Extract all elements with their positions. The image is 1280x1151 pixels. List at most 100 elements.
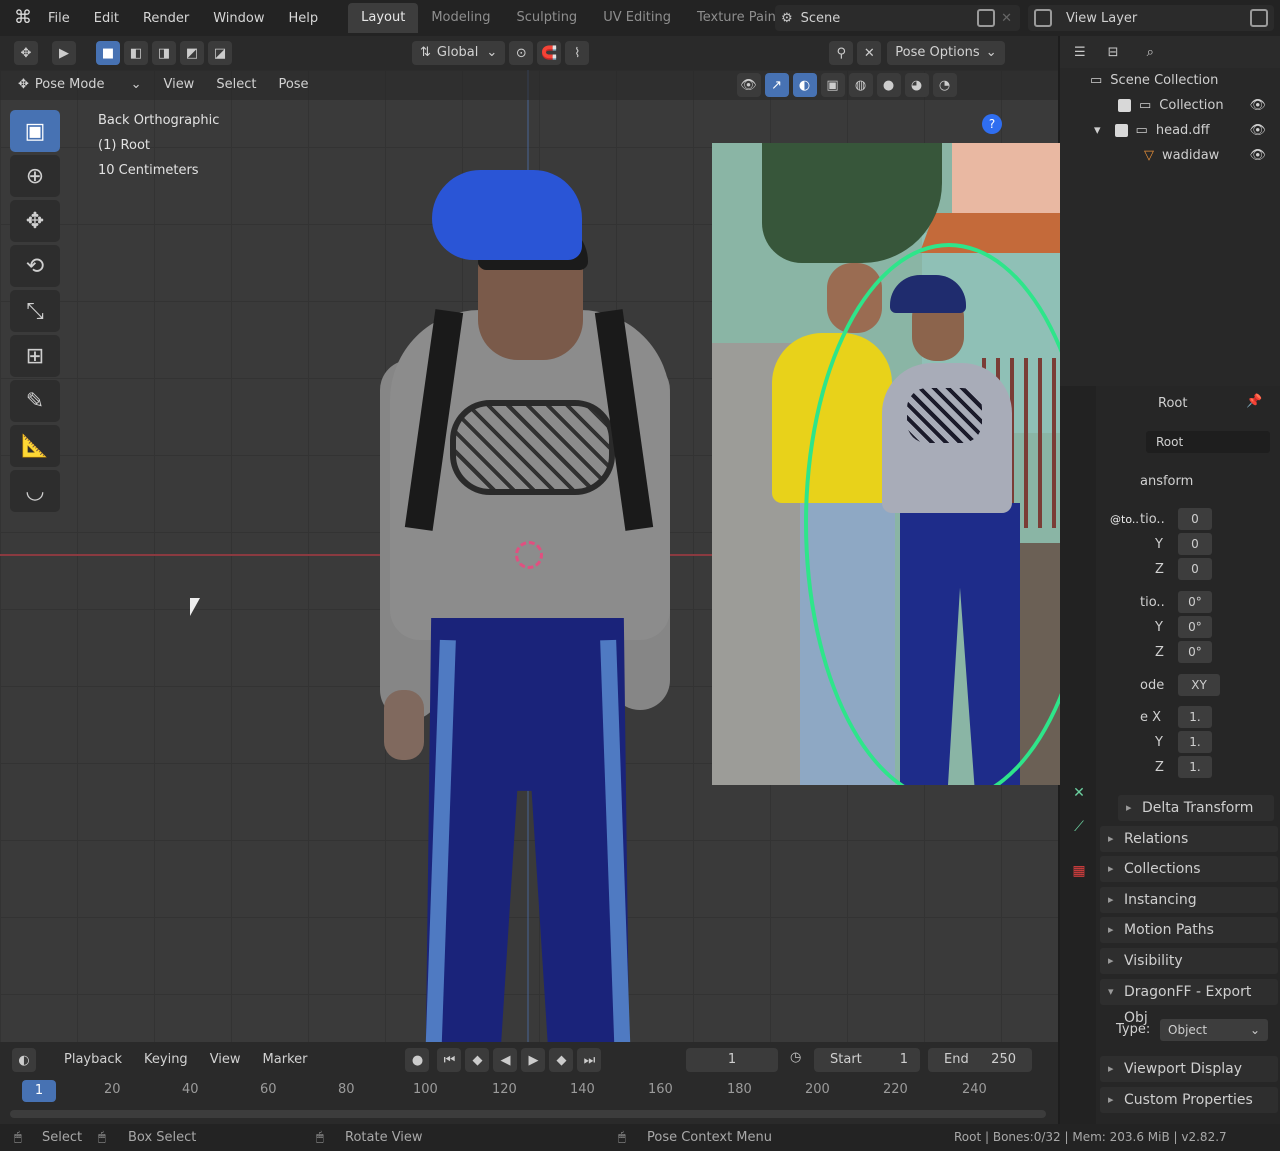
eye-icon[interactable]: 👁 [1249, 148, 1266, 163]
shading-solid-icon[interactable]: ● [876, 73, 901, 97]
new-scene-icon[interactable] [977, 9, 996, 27]
menu-edit[interactable]: Edit [82, 11, 131, 26]
navigation-gizmo-icon[interactable]: ? [982, 114, 1002, 134]
jump-start-icon[interactable]: ⏮ [437, 1048, 462, 1072]
section-instancing[interactable]: Instancing [1100, 887, 1278, 913]
bone-constraint-tab-icon[interactable]: ✕ [1068, 782, 1090, 804]
outliner-item-head-dff[interactable]: ▾ ▭ head.dff 👁 [1060, 118, 1280, 143]
close-icon[interactable]: ✕ [1001, 11, 1012, 26]
texture-tab-icon[interactable]: ▦ [1068, 860, 1090, 882]
menu-pose[interactable]: Pose [270, 73, 316, 97]
new-view-layer-icon[interactable] [1250, 9, 1268, 27]
clock-icon[interactable]: ◷ [790, 1050, 801, 1065]
select-cursor-icon[interactable]: ▶ [52, 41, 76, 65]
menu-playback[interactable]: Playback [56, 1048, 130, 1072]
filter-icon[interactable]: ⊟ [1108, 45, 1119, 60]
tab-uv-editing[interactable]: UV Editing [590, 3, 684, 33]
view-layer-selector[interactable]: View Layer [1028, 5, 1274, 31]
outliner-item-collection[interactable]: ▭ Collection 👁 [1060, 93, 1280, 118]
transform-tool-icon[interactable]: ⊞ [10, 335, 60, 377]
measure-tool-icon[interactable]: 📐 [10, 425, 60, 467]
annotate-tool-icon[interactable]: ✎ [10, 380, 60, 422]
checkbox-icon[interactable] [1118, 99, 1131, 112]
menu-keying[interactable]: Keying [136, 1048, 196, 1072]
section-collections[interactable]: Collections [1100, 856, 1278, 882]
section-relations[interactable]: Relations [1100, 826, 1278, 852]
play-reverse-icon[interactable]: ◀ [493, 1048, 518, 1072]
current-frame-field[interactable]: 1 [686, 1048, 778, 1072]
blender-logo-icon[interactable]: ⌘ [10, 5, 36, 31]
menu-timeline-view[interactable]: View [202, 1048, 249, 1072]
prev-keyframe-icon[interactable]: ◆ [465, 1048, 490, 1072]
snap-icon[interactable]: 🧲 [537, 41, 562, 65]
bone-origin-icon[interactable] [515, 541, 543, 569]
xray-toggle-icon[interactable]: ⚲ [829, 41, 854, 65]
editor-type-icon[interactable]: ◐ [12, 1048, 36, 1072]
eye-icon[interactable]: 👁 [1249, 123, 1266, 138]
menu-help[interactable]: Help [277, 11, 331, 26]
menu-render[interactable]: Render [131, 11, 201, 26]
select-mode-intersect-icon[interactable]: ◪ [208, 41, 232, 65]
display-mode-icon[interactable]: ☰ [1074, 45, 1086, 60]
bone-name-field[interactable]: Root [1146, 431, 1270, 453]
section-dragonff-export[interactable]: DragonFF - Export Obj [1100, 979, 1278, 1026]
rotation-y-field[interactable]: 0° [1178, 616, 1212, 638]
rotate-tool-icon[interactable]: ⟲ [10, 245, 60, 287]
select-mode-new-icon[interactable]: ■ [96, 41, 120, 65]
bone-tab-icon[interactable]: ⟋ [1068, 816, 1090, 838]
select-box-tool-icon[interactable]: ▣ [10, 110, 60, 152]
scale-x-field[interactable]: 1. [1178, 706, 1212, 728]
tab-layout[interactable]: Layout [348, 3, 419, 33]
search-icon[interactable]: ⌕ [1147, 45, 1154, 60]
rotation-z-field[interactable]: 0° [1178, 641, 1212, 663]
playhead[interactable]: 1 [22, 1080, 56, 1102]
start-frame-field[interactable]: Start 1 [814, 1048, 920, 1072]
location-x-field[interactable]: 0 [1178, 508, 1212, 530]
cursor-tool-icon[interactable]: ⊕ [10, 155, 60, 197]
scene-selector[interactable]: ⚙ Scene ✕ [775, 5, 1020, 31]
outliner-item-wadidaw[interactable]: ▽ wadidaw 👁 [1060, 143, 1280, 168]
pose-options-dropdown[interactable]: Pose Options ⌄ [887, 41, 1005, 65]
character-model[interactable] [380, 170, 670, 1042]
move-tool-icon[interactable]: ✥ [10, 200, 60, 242]
section-visibility[interactable]: Visibility [1100, 948, 1278, 974]
mode-dropdown[interactable]: ✥ Pose Mode ⌄ [10, 73, 149, 97]
jump-end-icon[interactable]: ⏭ [577, 1048, 602, 1072]
next-keyframe-icon[interactable]: ◆ [549, 1048, 574, 1072]
menu-view[interactable]: View [155, 73, 202, 97]
location-y-field[interactable]: 0 [1178, 533, 1212, 555]
editor-type-icon[interactable]: ✥ [14, 41, 38, 65]
end-frame-field[interactable]: End 250 [928, 1048, 1032, 1072]
rotation-mode-dropdown[interactable]: XY [1178, 674, 1220, 696]
xray-icon[interactable]: ▣ [820, 73, 845, 97]
tab-modeling[interactable]: Modeling [418, 3, 503, 33]
section-motion-paths[interactable]: Motion Paths [1100, 917, 1278, 943]
close-icon[interactable]: ✕ [857, 41, 882, 65]
pivot-point-icon[interactable]: ⊙ [509, 41, 534, 65]
scale-tool-icon[interactable]: ⤡ [10, 290, 60, 332]
select-mode-invert-icon[interactable]: ◩ [180, 41, 204, 65]
menu-marker[interactable]: Marker [255, 1048, 316, 1072]
transform-orientation-dropdown[interactable]: ⇅ Global ⌄ [412, 41, 506, 65]
visibility-icon[interactable]: 👁 [736, 73, 761, 97]
section-custom-properties[interactable]: Custom Properties [1100, 1087, 1278, 1113]
select-mode-extend-icon[interactable]: ◧ [124, 41, 148, 65]
menu-file[interactable]: File [36, 11, 82, 26]
shading-wireframe-icon[interactable]: ◍ [848, 73, 873, 97]
play-icon[interactable]: ▶ [521, 1048, 546, 1072]
gizmo-toggle-icon[interactable]: ↗ [764, 73, 789, 97]
relax-pose-tool-icon[interactable]: ◡ [10, 470, 60, 512]
timeline-scrollbar[interactable] [10, 1110, 1046, 1118]
proportional-edit-icon[interactable]: ⌇ [565, 41, 590, 65]
scale-z-field[interactable]: 1. [1178, 756, 1212, 778]
checkbox-icon[interactable] [1114, 124, 1128, 137]
shading-rendered-icon[interactable]: ◔ [932, 73, 957, 97]
menu-select[interactable]: Select [208, 73, 264, 97]
type-dropdown[interactable]: Object ⌄ [1160, 1019, 1268, 1041]
expand-arrow-icon[interactable]: ▾ [1094, 123, 1101, 138]
section-viewport-display[interactable]: Viewport Display [1100, 1056, 1278, 1082]
scale-y-field[interactable]: 1. [1178, 731, 1212, 753]
section-delta-transform[interactable]: Delta Transform [1118, 795, 1274, 821]
shading-material-icon[interactable]: ◕ [904, 73, 929, 97]
menu-window[interactable]: Window [201, 11, 276, 26]
